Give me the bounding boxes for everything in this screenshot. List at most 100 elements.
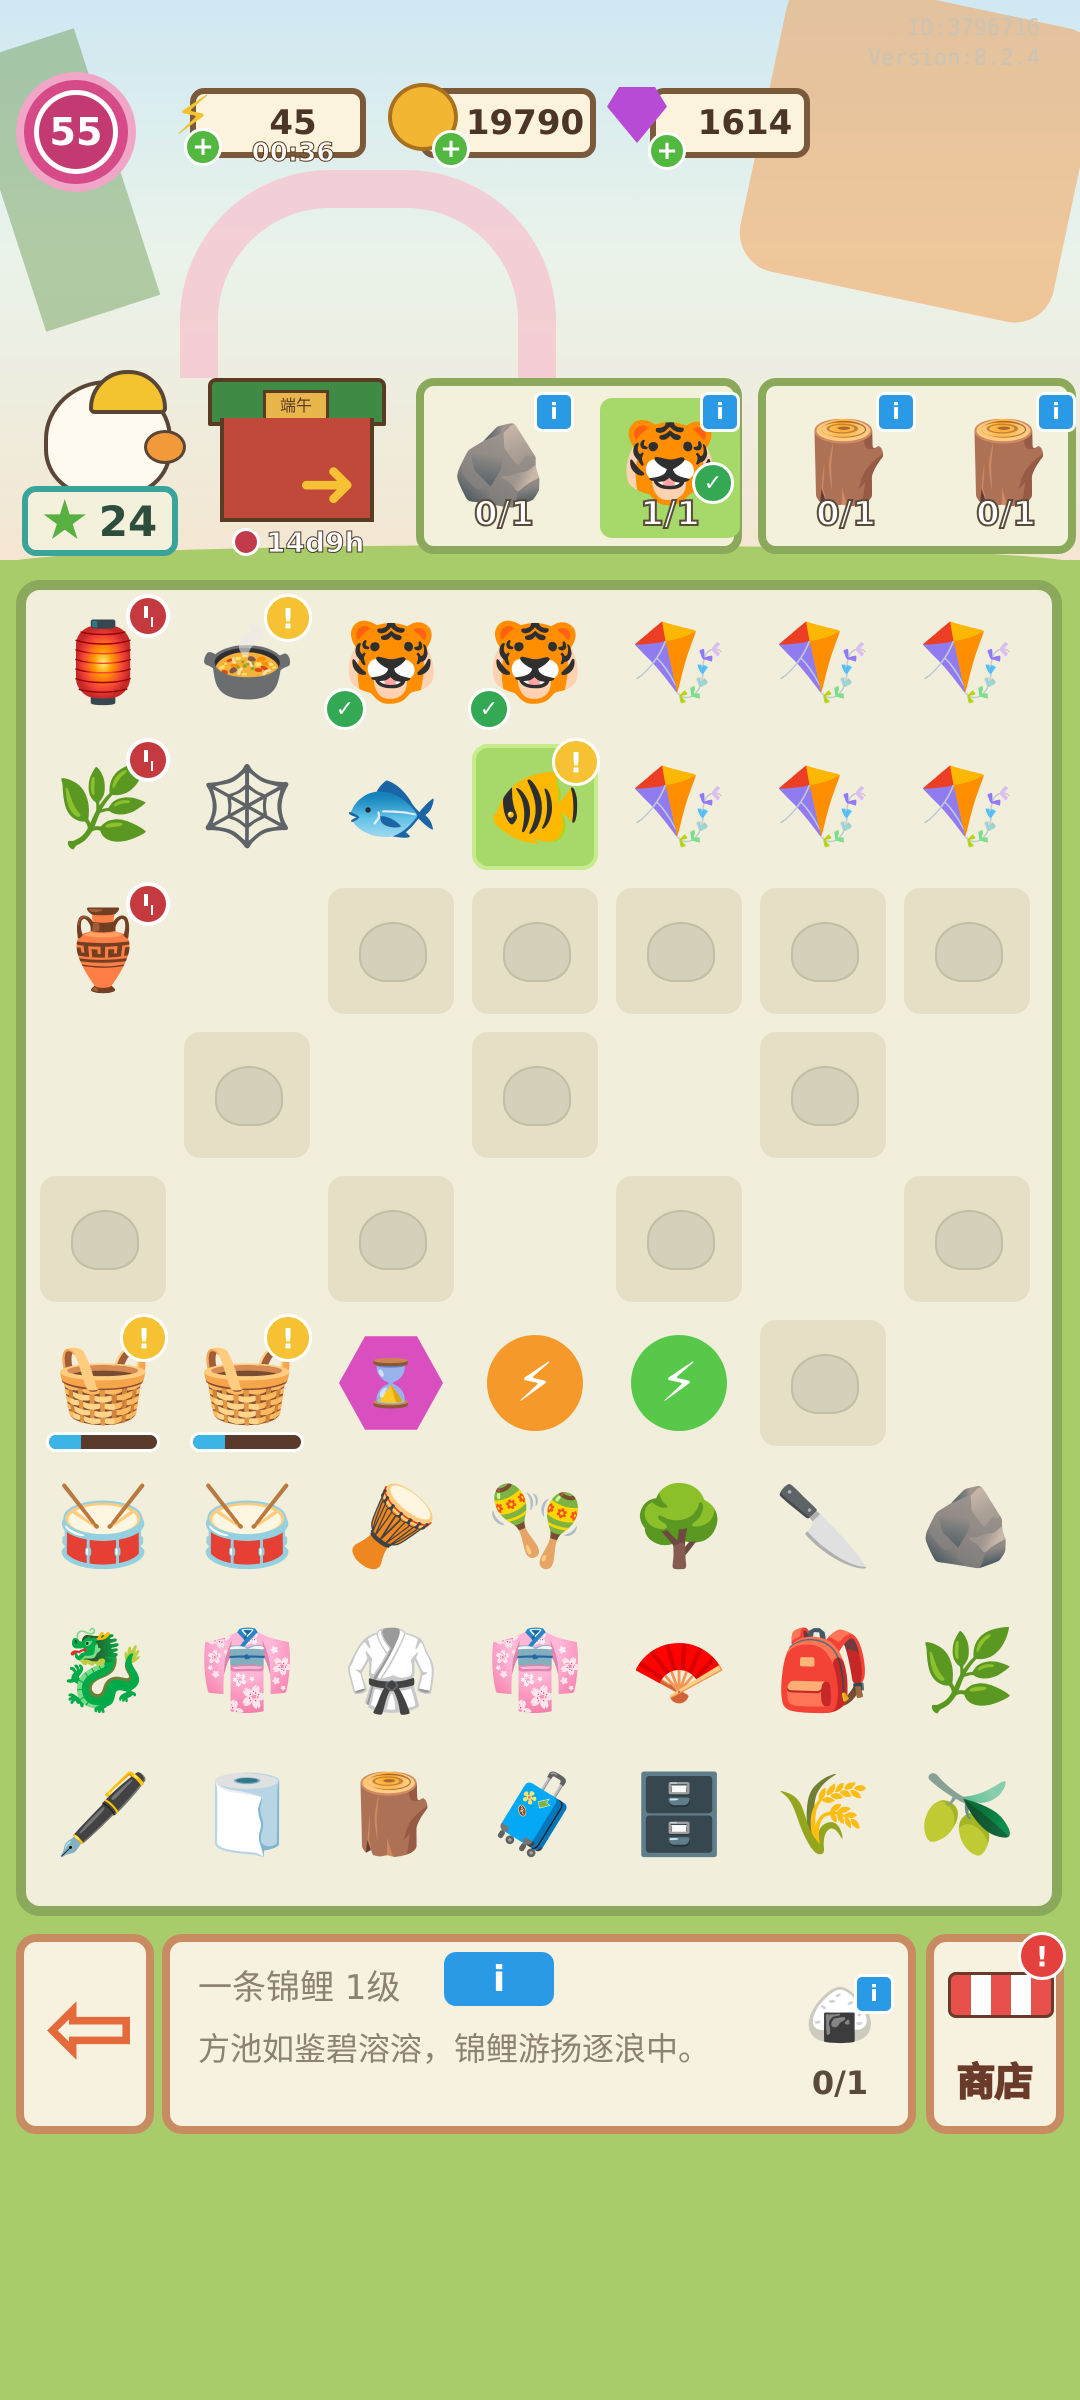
big-drum-icon: 🥁 — [54, 1482, 152, 1572]
board-cell-locked[interactable] — [328, 888, 454, 1014]
board-cell-big-drum[interactable]: 🥁 — [40, 1464, 166, 1590]
board-cell-empty[interactable] — [328, 1032, 454, 1158]
board-cell-koi-fish[interactable]: 🐟 — [328, 744, 454, 870]
board-cell-green-plums[interactable]: 🫒 — [904, 1752, 1030, 1878]
board-cell-wine-jar[interactable]: 🏺 — [40, 882, 170, 1014]
board-cell-locked[interactable] — [760, 1032, 886, 1158]
board-cell-empty[interactable] — [760, 1176, 886, 1302]
exit-button[interactable]: ⇦ — [16, 1934, 154, 2134]
order-count: 0/1 — [975, 493, 1037, 535]
board-cell-swallow-kite[interactable]: 🪁 — [616, 600, 742, 726]
board-cell-rice-sack[interactable]: 🌾 — [760, 1752, 886, 1878]
locked-dumpling-icon — [503, 922, 571, 982]
board-cell-pink-hanfu[interactable]: 👘 — [184, 1608, 310, 1734]
info-icon[interactable]: i — [854, 1974, 894, 2014]
board-cell-tiger-sachet[interactable]: 🐯 ✓ — [324, 600, 454, 730]
alert-icon: ! — [264, 1314, 312, 1362]
board-cell-small-chest[interactable]: 🗄️ — [616, 1752, 742, 1878]
board-cell-locked[interactable] — [616, 888, 742, 1014]
board-cell-locked[interactable] — [472, 888, 598, 1014]
order-card[interactable]: 🪵 i 0/1 🪵 i 0/1 — [758, 378, 1076, 554]
board-cell-spider-web-rock[interactable]: 🕸️ — [184, 744, 310, 870]
board-cell-black-hanfu[interactable]: 🥋 — [328, 1608, 454, 1734]
merge-board: 🏮 🍲! 🐯 ✓ 🐯 ✓ 🪁 🪁 🪁 🌿 🕸️ 🐟 🐠! 🪁 🪁 🪁 🏺 🧺! 🧺! ⌛ ⚡ ⚡ 🥁 🥁 🪘 🪇 🌳 🔪 🪨 🐉 👘 🥋 👘 🪭 🎒… — [16, 580, 1062, 1916]
board-cell-koi-fish[interactable]: 🐠! — [472, 738, 600, 870]
drum-with-sticks-icon: 🥁 — [198, 1482, 296, 1572]
board-cell-locked[interactable] — [760, 1320, 886, 1446]
board-cell-herb-leaves[interactable]: 🌿 — [904, 1608, 1030, 1734]
board-cell-dragon-boat[interactable]: 🐉 — [40, 1608, 166, 1734]
board-cell-rice-basket[interactable]: 🧺! — [184, 1314, 312, 1452]
board-cell-hand-fan[interactable]: 🪭 — [616, 1608, 742, 1734]
board-cell-locked[interactable] — [328, 1176, 454, 1302]
locked-dumpling-icon — [791, 1354, 859, 1414]
board-cell-wooden-chest[interactable]: 🧳 — [472, 1752, 598, 1878]
board-cell-market-stall[interactable]: 🏮 — [40, 594, 170, 726]
board-cell-locked[interactable] — [904, 888, 1030, 1014]
board-cell-wood-log[interactable]: 🪵 — [328, 1752, 454, 1878]
add-coins-button[interactable]: + — [432, 130, 470, 168]
locked-dumpling-icon — [935, 922, 1003, 982]
ink-bottle-icon: 🖋️ — [54, 1770, 152, 1860]
board-cell-stone-mill[interactable]: 🪨 — [904, 1464, 1030, 1590]
hard-hat-icon — [89, 370, 167, 414]
board-cell-locked[interactable] — [760, 888, 886, 1014]
add-energy-button[interactable]: + — [184, 128, 222, 166]
board-cell-ink-bottle[interactable]: 🖋️ — [40, 1752, 166, 1878]
board-cell-tambourine[interactable]: 🪘 — [328, 1464, 454, 1590]
requirement-item[interactable]: 🍙 i 0/1 — [800, 1974, 894, 2102]
shop-button[interactable]: ! 商店 — [926, 1932, 1066, 2134]
board-cell-energy-orb-green[interactable]: ⚡ — [616, 1320, 742, 1446]
board-cell-sickle[interactable]: 🔪 — [760, 1464, 886, 1590]
board-cell-hourglass-gem[interactable]: ⌛ — [328, 1320, 454, 1446]
board-cell-empty[interactable] — [904, 1320, 1030, 1446]
board-cell-empty[interactable] — [472, 1176, 598, 1302]
order-card[interactable]: 🪨 i 0/1 🐯 i ✓ 1/1 — [416, 378, 742, 554]
board-cell-empty[interactable] — [904, 1032, 1030, 1158]
board-cell-empty[interactable] — [184, 1176, 310, 1302]
board-cell-tiger-sachet[interactable]: 🐯 ✓ — [468, 600, 598, 730]
board-cell-swallow-kite[interactable]: 🪁 — [616, 744, 742, 870]
stone-mill-icon: 🪨 — [918, 1482, 1016, 1572]
production-progress-bar — [190, 1432, 304, 1452]
star-counter[interactable]: 24 — [22, 486, 178, 556]
board-cell-locked[interactable] — [472, 1032, 598, 1158]
board-cell-swallow-kite[interactable]: 🪁 — [904, 744, 1030, 870]
info-icon[interactable]: i — [876, 392, 916, 432]
board-cell-swallow-kite[interactable]: 🪁 — [904, 600, 1030, 726]
duck-mascot[interactable] — [34, 370, 186, 498]
board-cell-locked[interactable] — [184, 1032, 310, 1158]
item-title: 一条锦鲤 1级 — [198, 1968, 401, 2008]
board-cell-red-gourd-sachet[interactable]: 🎒 — [760, 1608, 886, 1734]
board-cell-rattle-drum[interactable]: 🪇 — [472, 1464, 598, 1590]
order-count: 1/1 — [639, 493, 701, 535]
board-cell-green-hanfu[interactable]: 👘 — [472, 1608, 598, 1734]
build-info: ID:3796716 Version:8.2.4 — [868, 14, 1040, 74]
board-cell-swallow-kite[interactable]: 🪁 — [760, 744, 886, 870]
board-cell-locked[interactable] — [616, 1176, 742, 1302]
board-cell-rice-basket[interactable]: 🧺! — [40, 1314, 168, 1452]
energy-orb-green-icon: ⚡ — [616, 1320, 742, 1446]
board-cell-empty[interactable] — [616, 1032, 742, 1158]
board-cell-swallow-kite[interactable]: 🪁 — [760, 600, 886, 726]
board-cell-bamboo-leaves[interactable]: 🌿 — [40, 738, 170, 870]
swallow-kite-icon: 🪁 — [630, 618, 728, 708]
locked-dumpling-icon — [935, 1210, 1003, 1270]
info-icon[interactable]: i — [700, 392, 740, 432]
info-icon[interactable]: i — [534, 392, 574, 432]
clock-icon — [232, 528, 260, 556]
board-cell-empty[interactable] — [184, 888, 310, 1014]
level-badge[interactable]: 55 — [16, 72, 136, 192]
info-icon[interactable]: i — [1036, 392, 1076, 432]
board-cell-folded-cloth[interactable]: 🧻 — [184, 1752, 310, 1878]
board-cell-locked[interactable] — [904, 1176, 1030, 1302]
item-info-button[interactable]: i — [444, 1952, 554, 2006]
add-gems-button[interactable]: + — [648, 132, 686, 170]
board-cell-drum-with-sticks[interactable]: 🥁 — [184, 1464, 310, 1590]
board-cell-locked[interactable] — [40, 1176, 166, 1302]
event-gate[interactable]: 端午 ➜ — [208, 378, 386, 522]
board-cell-empty[interactable] — [40, 1032, 166, 1158]
board-cell-cauldron[interactable]: 🍲! — [184, 594, 312, 726]
board-cell-energy-orb-orange[interactable]: ⚡ — [472, 1320, 598, 1446]
board-cell-tree-branch[interactable]: 🌳 — [616, 1464, 742, 1590]
